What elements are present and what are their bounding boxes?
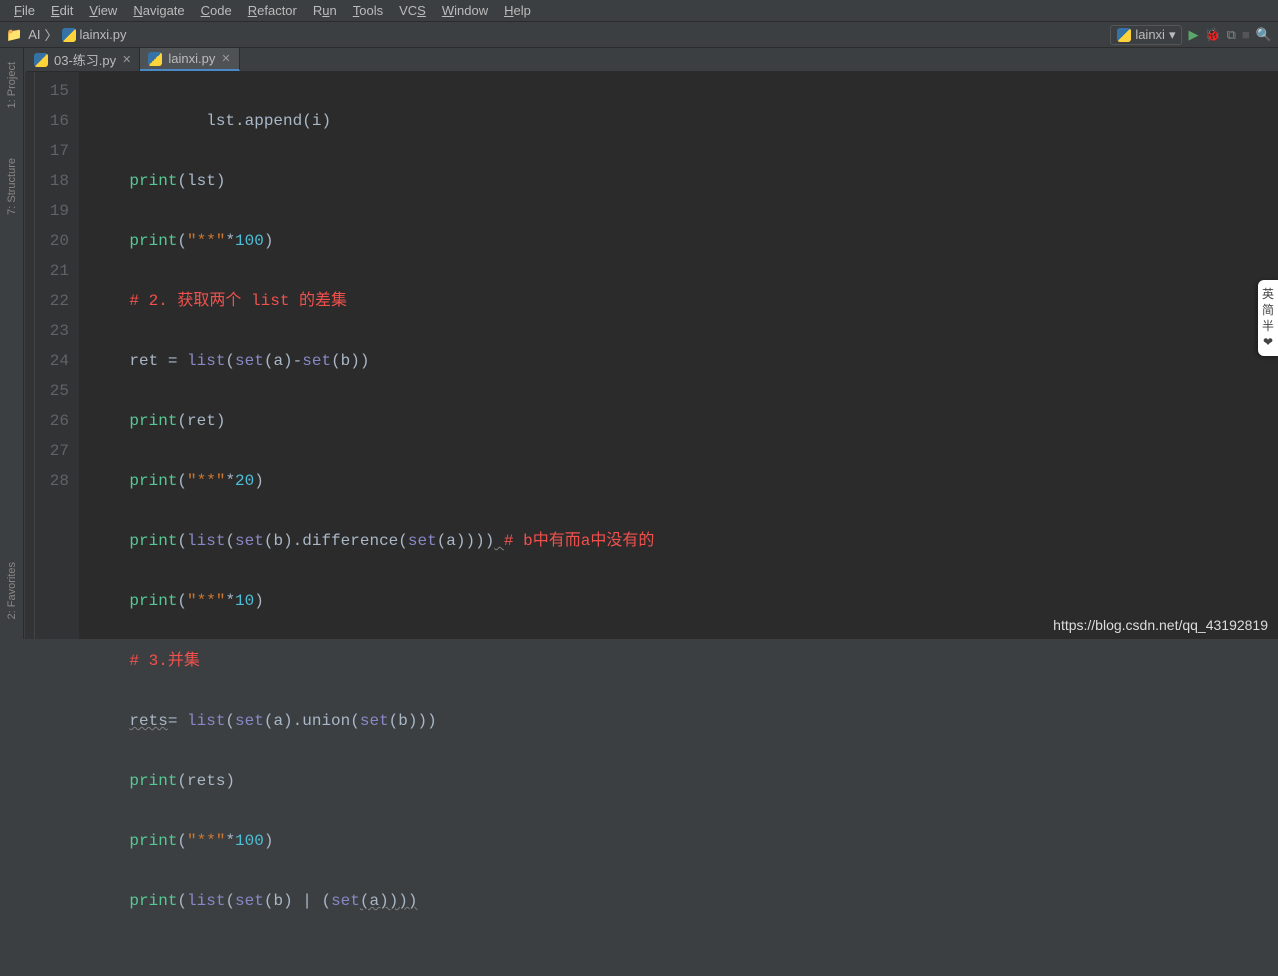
menu-run[interactable]: Run bbox=[305, 1, 345, 20]
code-area[interactable]: lst.append(i) print(lst) print("**"*100)… bbox=[79, 72, 654, 639]
chevron-down-icon: ▾ bbox=[1169, 27, 1176, 43]
watermark: https://blog.csdn.net/qq_43192819 bbox=[1053, 617, 1268, 633]
editor[interactable]: 151617 181920 212223 242526 2728 lst.app… bbox=[25, 72, 1278, 639]
search-button[interactable]: 🔍 bbox=[1256, 27, 1272, 43]
tab-label: 03-练习.py bbox=[54, 50, 116, 69]
menu-tools[interactable]: Tools bbox=[345, 1, 391, 20]
python-file-icon bbox=[148, 52, 162, 66]
menu-refactor[interactable]: Refactor bbox=[240, 1, 305, 20]
close-icon[interactable]: ✕ bbox=[122, 53, 131, 66]
stop-button[interactable]: ■ bbox=[1242, 27, 1250, 42]
menu-view[interactable]: View bbox=[81, 1, 125, 20]
menu-file[interactable]: File bbox=[6, 1, 43, 20]
toolbar: 📁 AI 〉 lainxi.py lainxi ▾ ▶ 🐞 ⧉ ■ 🔍 bbox=[0, 22, 1278, 48]
python-icon bbox=[1117, 28, 1131, 42]
editor-tabs: 03-练习.py ✕ lainxi.py ✕ bbox=[26, 48, 1278, 72]
tab-label: lainxi.py bbox=[168, 51, 215, 66]
debug-button[interactable]: 🐞 bbox=[1204, 27, 1220, 43]
tool-project[interactable]: 1: Project bbox=[6, 62, 18, 108]
menu-vcs[interactable]: VCS bbox=[391, 1, 434, 20]
folder-icon: 📁 bbox=[6, 27, 22, 43]
menu-help[interactable]: Help bbox=[496, 1, 539, 20]
run-coverage-button[interactable]: ⧉ bbox=[1227, 27, 1236, 43]
tool-favorites[interactable]: 2: Favorites bbox=[6, 562, 18, 619]
close-icon[interactable]: ✕ bbox=[221, 52, 230, 65]
gutter-strip bbox=[25, 72, 35, 639]
menu-navigate[interactable]: Navigate bbox=[125, 1, 192, 20]
run-config-selector[interactable]: lainxi ▾ bbox=[1110, 25, 1182, 45]
menu-window[interactable]: Window bbox=[434, 1, 496, 20]
menu-edit[interactable]: Edit bbox=[43, 1, 81, 20]
tool-structure[interactable]: 7: Structure bbox=[6, 158, 18, 215]
tab-03-lianxi[interactable]: 03-练习.py ✕ bbox=[26, 48, 140, 71]
left-gutter: 1: Project 7: Structure 2: Favorites bbox=[0, 48, 24, 639]
python-file-icon bbox=[62, 28, 76, 42]
run-button[interactable]: ▶ bbox=[1188, 27, 1198, 43]
ime-indicator[interactable]: 英 简 半 ❤ bbox=[1258, 280, 1278, 356]
tab-lainxi[interactable]: lainxi.py ✕ bbox=[140, 48, 239, 71]
breadcrumb-folder[interactable]: AI bbox=[28, 27, 40, 42]
breadcrumb-file[interactable]: lainxi.py bbox=[80, 27, 127, 42]
menu-bar: File Edit View Navigate Code Refactor Ru… bbox=[0, 0, 1278, 22]
menu-code[interactable]: Code bbox=[193, 1, 240, 20]
line-gutter: 151617 181920 212223 242526 2728 bbox=[35, 72, 79, 639]
run-config-name: lainxi bbox=[1135, 27, 1165, 42]
python-file-icon bbox=[34, 53, 48, 67]
